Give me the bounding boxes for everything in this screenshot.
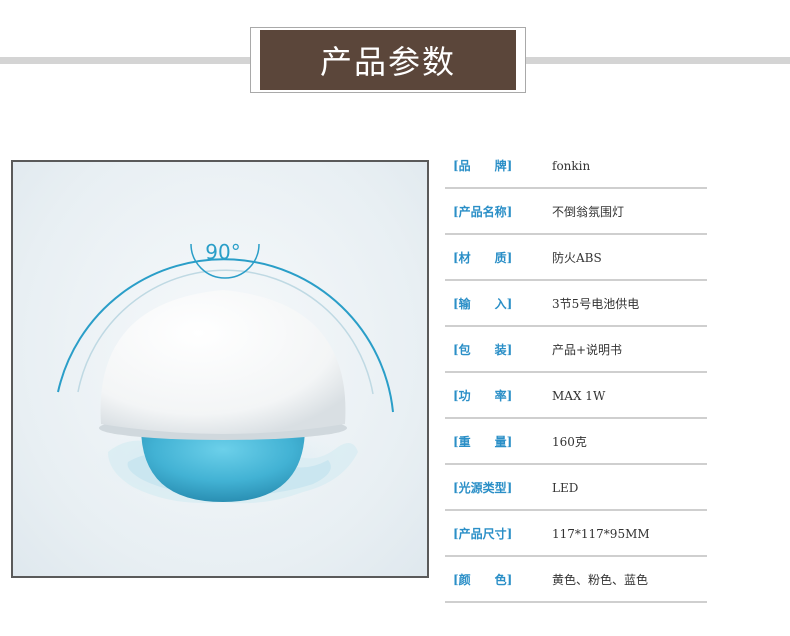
spec-value: 防火ABS <box>552 251 602 265</box>
spec-value: 3节5号电池供电 <box>552 297 640 311</box>
spec-value: 黄色、粉色、蓝色 <box>552 573 649 587</box>
spec-row-light-source: [光源类型] LED <box>445 466 707 511</box>
spec-label: [材 质] <box>453 251 513 265</box>
spec-row-color: [颜 色] 黄色、粉色、蓝色 <box>445 558 707 603</box>
spec-value: fonkin <box>552 158 591 173</box>
spec-row-power: [功 率] MAX 1W <box>445 374 707 419</box>
spec-value: 117*117*95MM <box>552 526 650 541</box>
angle-label: 90° <box>205 240 241 264</box>
spec-value: LED <box>552 480 579 495</box>
spec-value: 160克 <box>552 435 587 449</box>
spec-row-material: [材 质] 防火ABS <box>445 236 707 281</box>
spec-label: [品 牌] <box>453 159 513 173</box>
spec-label: [产品名称] <box>453 205 513 219</box>
spec-label: [光源类型] <box>453 481 513 495</box>
lamp-cap <box>100 290 346 434</box>
spec-row-package: [包 装] 产品+说明书 <box>445 328 707 373</box>
spec-row-input: [输 入] 3节5号电池供电 <box>445 282 707 327</box>
spec-label: [输 入] <box>453 297 513 311</box>
spec-label: [包 装] <box>453 343 513 357</box>
spec-row-product-name: [产品名称] 不倒翁氛围灯 <box>445 190 707 235</box>
spec-label: [颜 色] <box>453 573 513 587</box>
header-rule-right <box>526 57 790 64</box>
spec-value: 产品+说明书 <box>552 343 623 357</box>
spec-row-weight: [重 量] 160克 <box>445 420 707 465</box>
page-title: 产品参数 <box>260 30 516 90</box>
spec-label: [产品尺寸] <box>453 527 513 541</box>
spec-table: [品 牌] fonkin [产品名称] 不倒翁氛围灯 [材 质] 防火ABS [… <box>445 144 707 603</box>
mushroom-lamp-illustration <box>57 243 394 504</box>
product-photo: 90° <box>11 160 429 578</box>
spec-row-brand: [品 牌] fonkin <box>445 144 707 189</box>
spec-label: [重 量] <box>453 435 513 449</box>
spec-row-size: [产品尺寸] 117*117*95MM <box>445 512 707 557</box>
spec-value: 不倒翁氛围灯 <box>552 205 625 219</box>
spec-label: [功 率] <box>453 389 513 403</box>
spec-value: MAX 1W <box>552 388 606 403</box>
header-rule-left <box>0 57 250 64</box>
